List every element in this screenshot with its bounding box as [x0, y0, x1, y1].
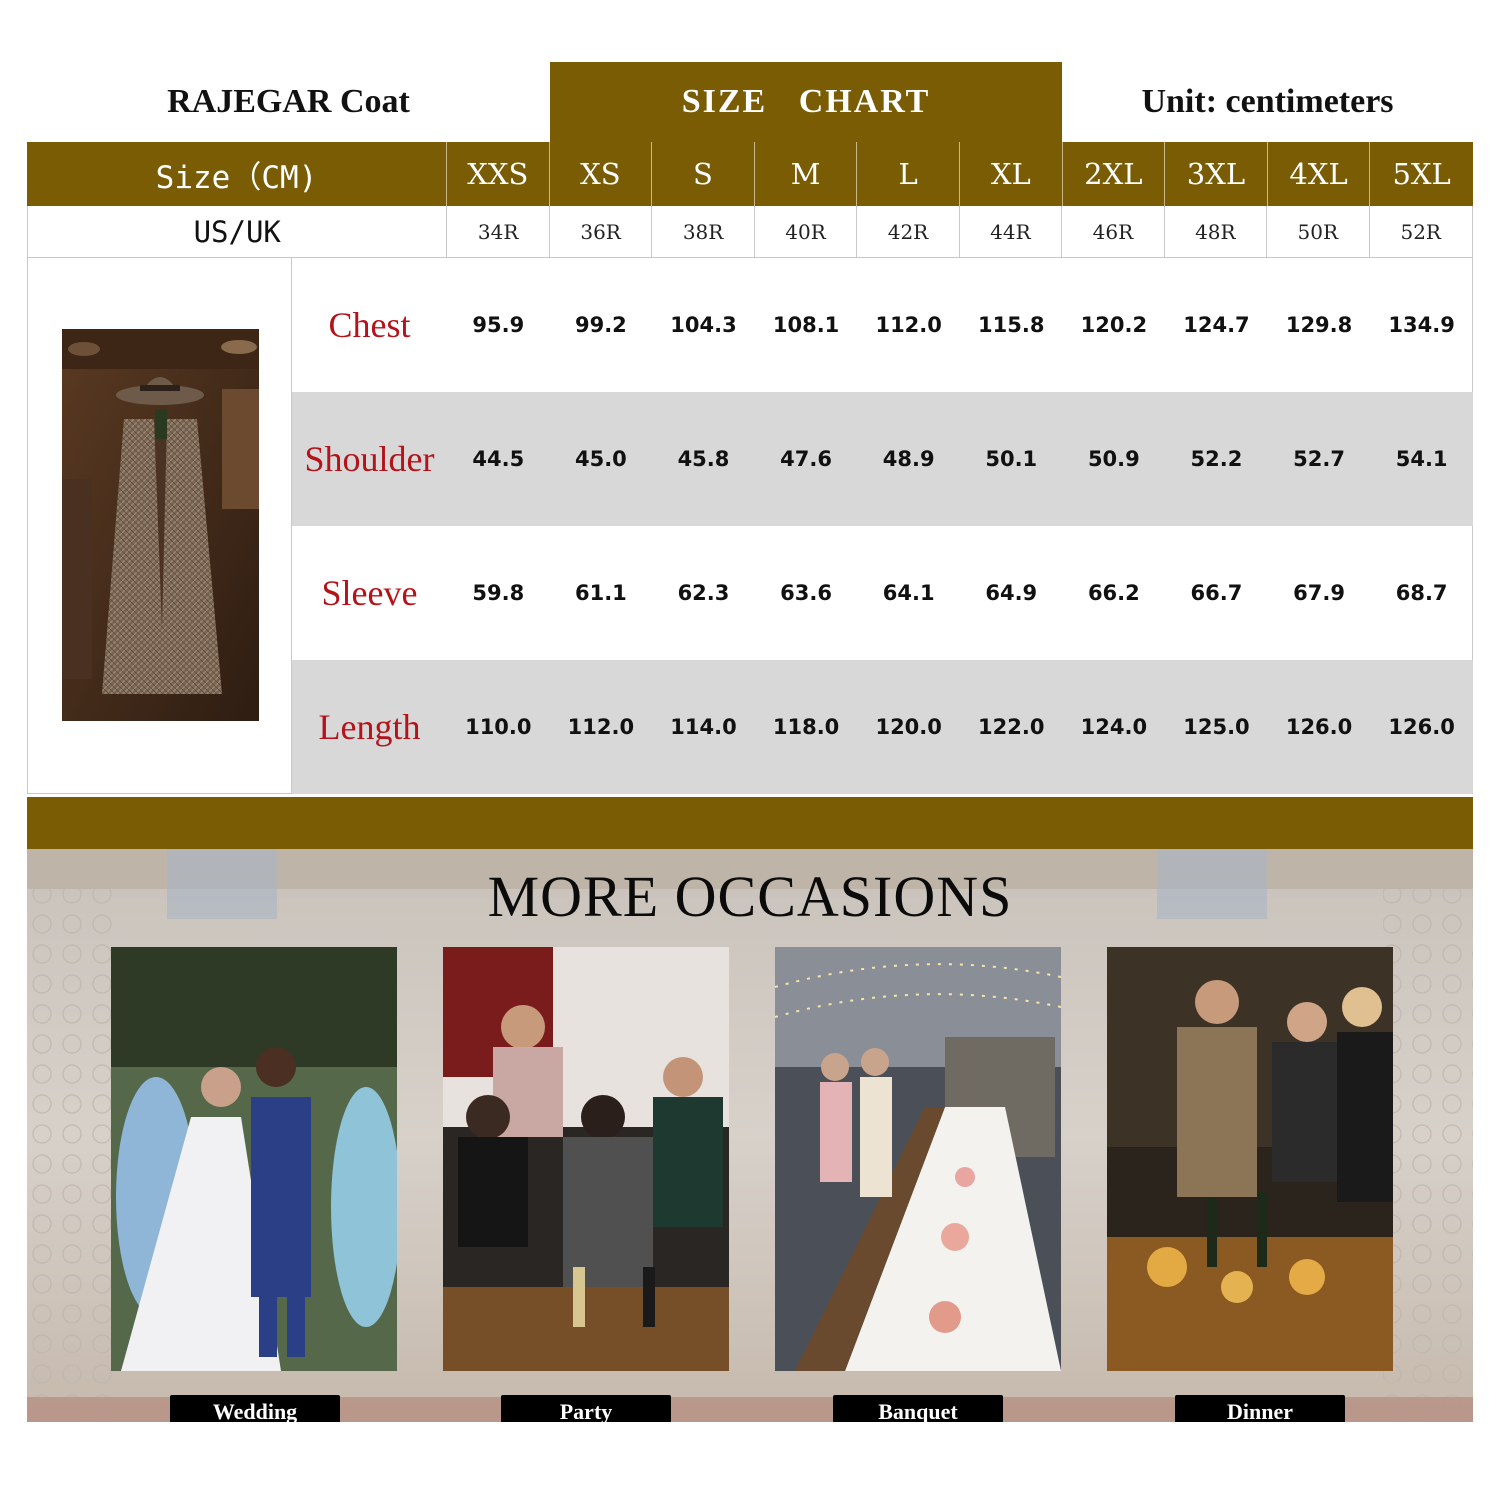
- usuk-cell: 48R: [1165, 206, 1268, 257]
- size-cell: 2XL: [1063, 142, 1166, 206]
- measure-cell: 52.2: [1190, 447, 1243, 471]
- measure-cell: 122.0: [978, 715, 1045, 739]
- size-cell: XXS: [447, 142, 550, 206]
- measure-cell: 95.9: [472, 313, 525, 337]
- divider-band: [27, 797, 1473, 849]
- measure-cell: 66.2: [1087, 581, 1140, 605]
- measurement-row-sleeve: Sleeve 59.8 61.1 62.3 63.6 64.1 64.9 66.…: [292, 526, 1473, 660]
- measure-cell: 108.1: [772, 313, 840, 337]
- row-label: Sleeve: [321, 573, 418, 613]
- coat-photo-cell: [28, 258, 292, 793]
- measure-cell: 120.2: [1080, 313, 1148, 337]
- party-photo: [443, 947, 729, 1371]
- measurement-table: Chest 95.9 99.2 104.3 108.1 112.0 115.8 …: [27, 258, 1473, 794]
- measure-cell: 64.1: [882, 581, 935, 605]
- usuk-cell: 52R: [1400, 219, 1441, 244]
- brand-title: RAJEGAR Coat: [167, 83, 410, 120]
- measure-cell: 59.8: [472, 581, 525, 605]
- measurement-row-length: Length 110.0 112.0 114.0 118.0 120.0 122…: [292, 660, 1473, 794]
- usuk-cell: 40R: [755, 206, 858, 257]
- measurement-row-chest: Chest 95.9 99.2 104.3 108.1 112.0 115.8 …: [292, 258, 1473, 392]
- size-cell: L: [857, 142, 960, 206]
- measure-cell: 54.1: [1395, 447, 1448, 471]
- measure-cell: 114.0: [670, 715, 737, 739]
- row-label: Chest: [328, 305, 411, 345]
- measure-cell: 99.2: [574, 313, 627, 337]
- dinner-photo: [1107, 947, 1393, 1371]
- measure-cell: 44.5: [472, 447, 525, 471]
- measure-cell: 120.0: [875, 715, 942, 739]
- measure-cell: 129.8: [1285, 313, 1353, 337]
- size-cell: XL: [960, 142, 1063, 206]
- usuk-cell: 42R: [857, 206, 960, 257]
- measure-cell: 126.0: [1285, 715, 1353, 739]
- measure-cell: 66.7: [1190, 581, 1243, 605]
- size-header-row: Size（CM) XXS XS S M L XL 2XL 3XL 4XL 5XL: [27, 142, 1473, 206]
- usuk-cell: 44R: [960, 206, 1063, 257]
- row-label: Shoulder: [304, 439, 435, 479]
- measure-cell: 68.7: [1395, 581, 1448, 605]
- usuk-cell: 38R: [652, 206, 755, 257]
- measure-cell: 125.0: [1183, 715, 1250, 739]
- occasion-label-dinner: Dinner: [1175, 1395, 1345, 1422]
- row-label: Length: [318, 707, 421, 747]
- size-cell: S: [652, 142, 755, 206]
- measure-cell: 50.1: [985, 447, 1038, 471]
- coat-product-photo: [62, 329, 259, 721]
- measure-cell: 104.3: [670, 313, 737, 337]
- usuk-cell: 34R: [447, 206, 550, 257]
- occasion-label-wedding: Wedding: [170, 1395, 340, 1422]
- measure-cell: 110.0: [465, 715, 532, 739]
- size-cell: 3XL: [1165, 142, 1268, 206]
- usuk-cell: 50R: [1267, 206, 1370, 257]
- usuk-cell: 36R: [550, 206, 653, 257]
- usuk-row: US/UK 34R 36R 38R 40R 42R 44R 46R 48R 50…: [27, 206, 1473, 258]
- size-cell: 5XL: [1392, 157, 1451, 191]
- measure-cell: 50.9: [1087, 447, 1140, 471]
- measure-cell: 124.7: [1183, 313, 1250, 337]
- wedding-photo: [111, 947, 397, 1371]
- measurement-row-shoulder: Shoulder 44.5 45.0 45.8 47.6 48.9 50.1 5…: [292, 392, 1473, 526]
- measure-cell: 67.9: [1293, 581, 1345, 605]
- occasions-title: MORE OCCASIONS: [487, 864, 1013, 929]
- measure-cell: 112.0: [567, 715, 635, 739]
- size-chart-title: SIZE CHART: [550, 62, 1062, 142]
- unit-label: Unit: centimeters: [1141, 83, 1394, 120]
- measure-cell: 45.0: [574, 447, 627, 471]
- size-cell: M: [755, 142, 858, 206]
- measure-cell: 48.9: [882, 447, 935, 471]
- size-cell: XS: [550, 142, 653, 206]
- measure-cell: 62.3: [677, 581, 730, 605]
- measure-cell: 63.6: [780, 581, 832, 605]
- measure-cell: 45.8: [677, 447, 730, 471]
- measure-cell: 64.9: [985, 581, 1038, 605]
- size-header-label: Size（CM): [27, 142, 447, 206]
- measure-cell: 124.0: [1080, 715, 1148, 739]
- occasion-label-banquet: Banquet: [833, 1395, 1003, 1422]
- measure-cell: 47.6: [780, 447, 832, 471]
- occasion-label-party: Party: [501, 1395, 671, 1422]
- measure-cell: 112.0: [875, 313, 942, 337]
- usuk-header-label: US/UK: [28, 206, 448, 257]
- measure-cell: 134.9: [1388, 313, 1455, 337]
- usuk-cell: 46R: [1062, 206, 1165, 257]
- occasions-section: MORE OCCASIONS Wedding Party Banquet Din…: [27, 849, 1473, 1422]
- banquet-photo: [775, 947, 1061, 1371]
- measure-cell: 115.8: [978, 313, 1045, 337]
- measure-cell: 52.7: [1293, 447, 1345, 471]
- measure-cell: 118.0: [772, 715, 840, 739]
- measure-cell: 61.1: [574, 581, 627, 605]
- size-cell: 4XL: [1268, 142, 1371, 206]
- measure-cell: 126.0: [1388, 715, 1455, 739]
